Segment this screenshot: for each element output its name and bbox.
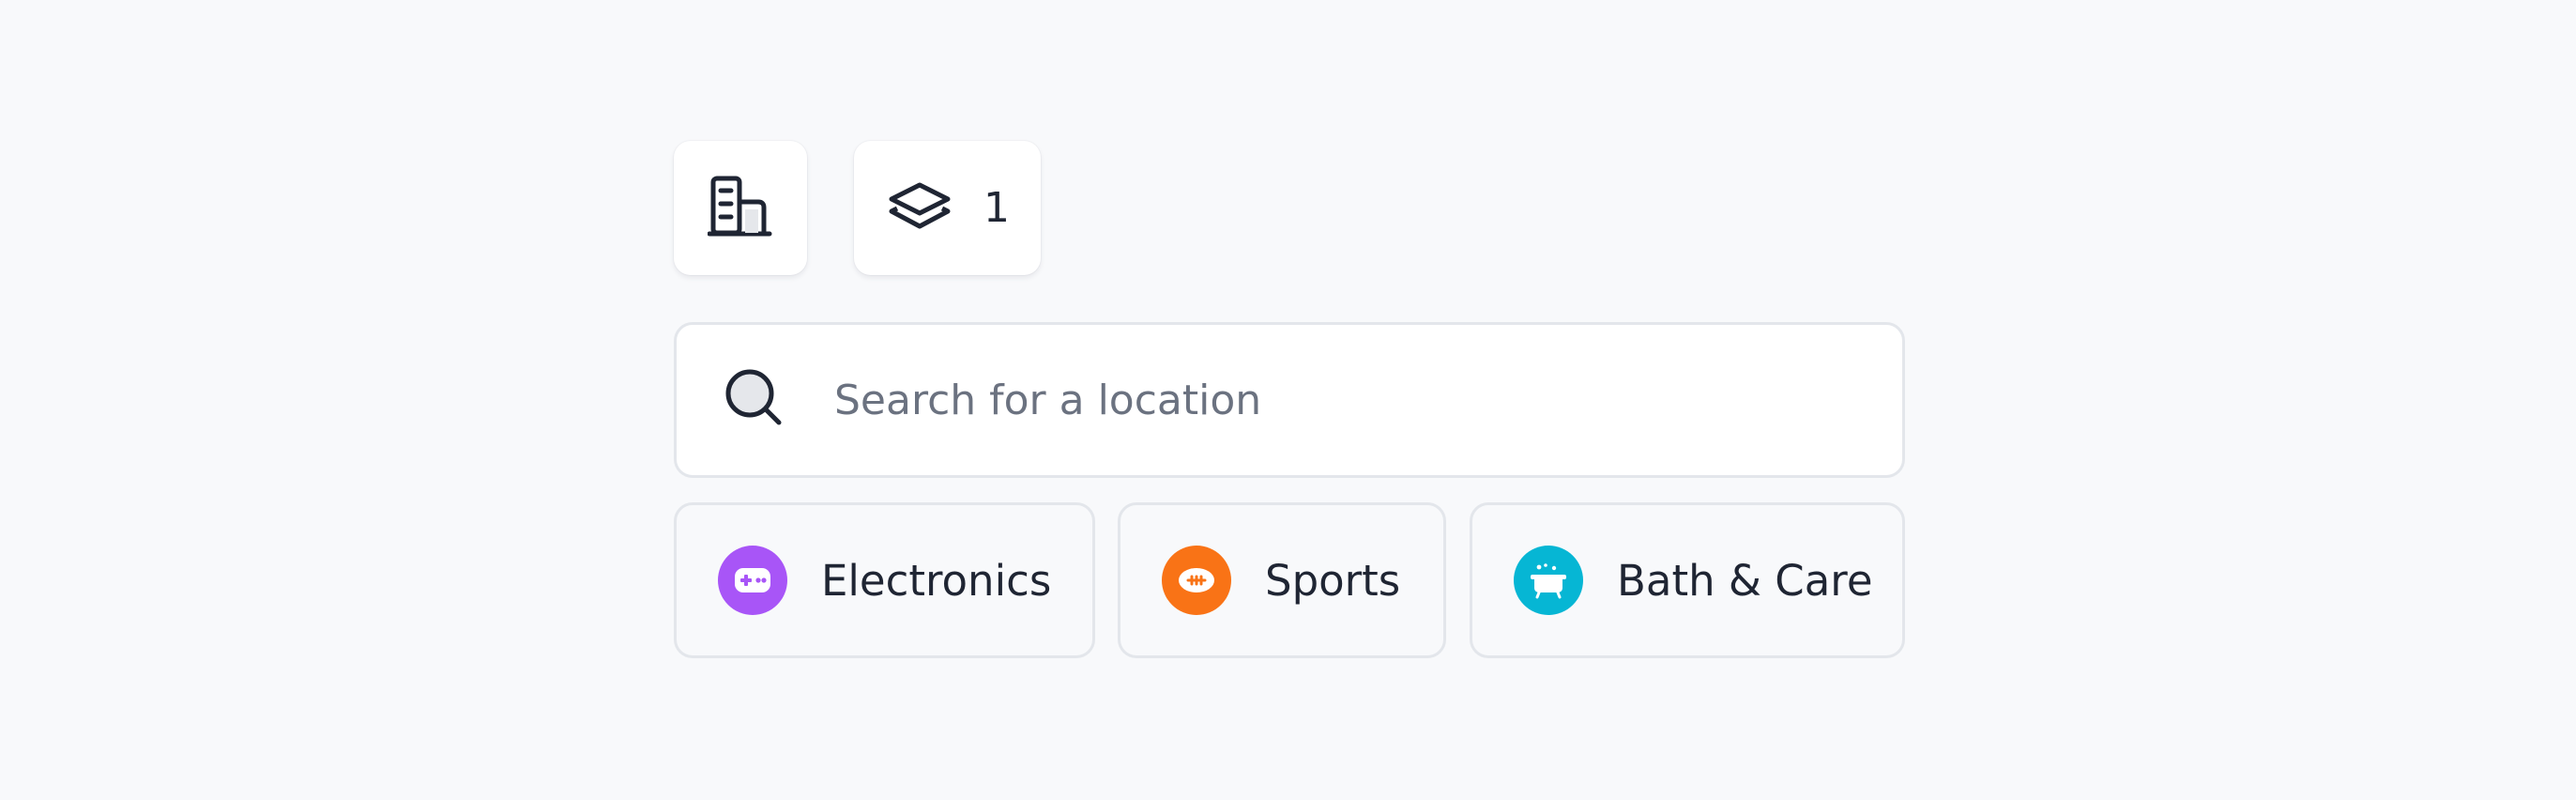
category-chip-electronics[interactable]: Electronics [674, 502, 1095, 658]
layers-icon [888, 181, 952, 236]
football-icon [1162, 546, 1231, 615]
layers-toggle-button[interactable]: 1 [854, 141, 1041, 275]
search-bar[interactable] [674, 322, 1905, 478]
buildings-toggle-button[interactable] [674, 141, 807, 275]
category-label: Electronics [821, 555, 1052, 606]
category-label: Bath & Care [1617, 555, 1873, 606]
category-label: Sports [1265, 555, 1401, 606]
search-input[interactable] [832, 375, 1775, 425]
bathtub-icon [1514, 546, 1583, 615]
buildings-icon [707, 176, 773, 241]
category-chip-sports[interactable]: Sports [1118, 502, 1446, 658]
map-controls-panel: 1 Electronics [0, 0, 2576, 800]
gamepad-icon [718, 546, 787, 615]
search-icon [724, 367, 785, 433]
category-chip-bath-care[interactable]: Bath & Care [1470, 502, 1905, 658]
layers-count: 1 [983, 184, 1010, 232]
